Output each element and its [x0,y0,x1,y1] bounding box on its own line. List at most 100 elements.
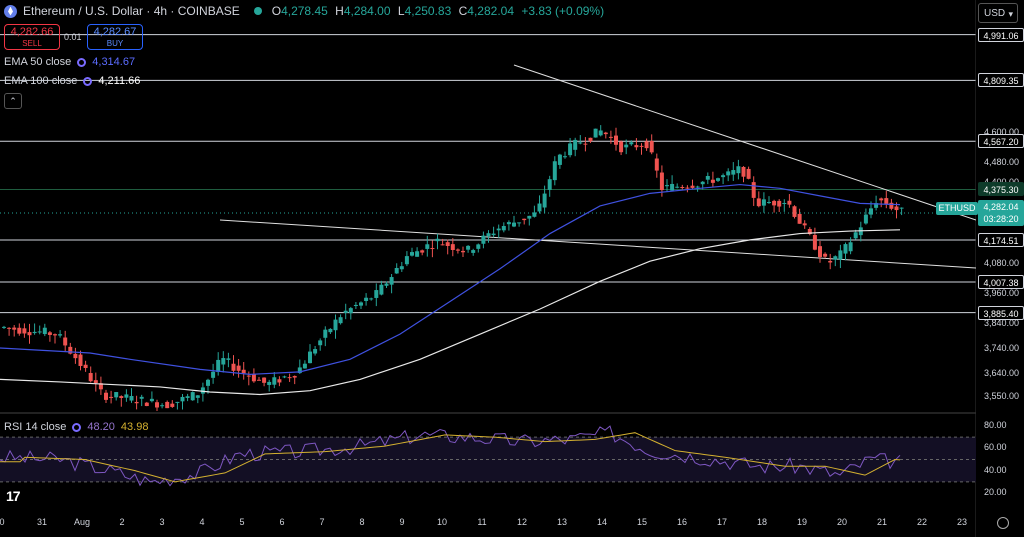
candle-body [624,144,629,148]
candle-body [659,172,664,191]
candle-body [231,363,236,371]
gear-icon[interactable] [997,517,1009,529]
candle-body [670,183,675,191]
candle-body [665,185,669,187]
candle-body [746,168,751,179]
candle-body [731,170,736,175]
candle-body [282,376,287,378]
price-level-label: 4,007.38 [978,275,1024,289]
candle-body [787,200,792,205]
candle-body [476,244,481,249]
time-tick-label: 19 [796,517,808,527]
price-level-label: 4,375.30 [978,182,1024,197]
candle-body [134,401,139,404]
candle-body [496,228,501,231]
candle-body [588,137,593,142]
candle-body [583,143,588,145]
currency-select[interactable]: USD [978,3,1018,24]
collapse-legend-button[interactable]: ⌃ [4,93,22,109]
candle-body [899,207,904,209]
candle-body [221,358,226,365]
candle-body [257,379,261,381]
candle-body [603,132,608,135]
candle-body [420,250,425,253]
candle-body [512,222,516,227]
time-tick-label: 21 [876,517,888,527]
price-tick-label: 3,740.00 [984,343,1020,354]
price-level-label: 4,174.51 [978,232,1024,247]
tradingview-logo-icon[interactable]: 17 [6,488,21,504]
price-level-label: 4,809.35 [978,73,1024,88]
candle-body [557,154,562,165]
candle-body [818,246,822,258]
symbol-tag: ETHUSD [936,202,978,215]
ethereum-icon [4,4,17,18]
price-tick-label: 4,080.00 [984,257,1020,268]
candle-body [58,334,63,336]
candle-body [782,203,787,205]
candle-body [440,244,445,246]
candle-body [863,214,868,224]
candle-body [369,298,374,300]
price-chart[interactable] [0,0,976,537]
time-tick-label: 12 [516,517,528,527]
candle-body [262,377,267,383]
candle-body [537,203,542,212]
time-tick-label: 4 [199,517,205,527]
candle-body [124,394,129,398]
candle-body [389,277,394,285]
sell-button[interactable]: 4,282.66 SELL [4,24,60,50]
candle-body [889,202,894,209]
candle-body [828,260,833,263]
time-tick-label: Aug [73,517,91,527]
candle-body [614,135,618,145]
candle-body [139,396,144,399]
candle-body [812,234,817,250]
time-tick-label: 18 [756,517,768,527]
candle-body [527,215,532,219]
candle-body [47,332,52,335]
rsi-legend[interactable]: RSI 14 close 48.20 43.98 [4,421,148,433]
candle-body [399,266,404,270]
ema100-value: 4,211.66 [98,75,141,87]
current-price: 4,282.04 [983,202,1019,212]
candle-body [364,297,369,302]
candle-body [736,166,741,174]
candle-body [246,375,251,377]
symbol-title[interactable]: Ethereum / U.S. Dollar · 4h · COINBASE [23,4,240,18]
ema100-legend[interactable]: EMA 100 close 4,211.66 [4,75,140,87]
candle-body [22,328,27,334]
candle-body [568,143,573,156]
price-tick-label: 3,550.00 [984,391,1020,401]
candle-body [384,283,389,286]
loading-icon [72,422,82,432]
candle-body [695,186,700,188]
candle-body [104,392,108,400]
candle-body [216,359,221,372]
candle-body [833,256,838,260]
candle-body [772,200,777,206]
candle-body [455,249,460,251]
market-open-icon [253,7,262,15]
candle-body [598,130,603,136]
ema50-legend[interactable]: EMA 50 close 4,314.67 [4,56,135,68]
candle-body [552,161,557,181]
candle-body [639,145,644,147]
time-tick-label: 0 [0,517,5,527]
candle-body [27,332,32,336]
candle-body [32,331,37,334]
time-tick-label: 23 [956,517,968,527]
ohlc-readout: O4,278.45 H4,284.00 L4,250.83 C4,282.04 … [271,4,605,18]
candle-body [634,145,639,148]
candle-body [73,353,78,359]
candle-body [200,387,205,394]
loading-icon [83,76,93,86]
buy-button[interactable]: 4,282.67 BUY [87,24,143,50]
time-tick-label: 20 [836,517,848,527]
price-tick-label: 4,480.00 [984,157,1020,168]
candle-body [88,373,93,382]
sell-price: 4,282.66 [10,26,54,38]
candle-body [843,244,848,254]
candle-body [12,327,17,330]
candle-body [486,233,491,237]
